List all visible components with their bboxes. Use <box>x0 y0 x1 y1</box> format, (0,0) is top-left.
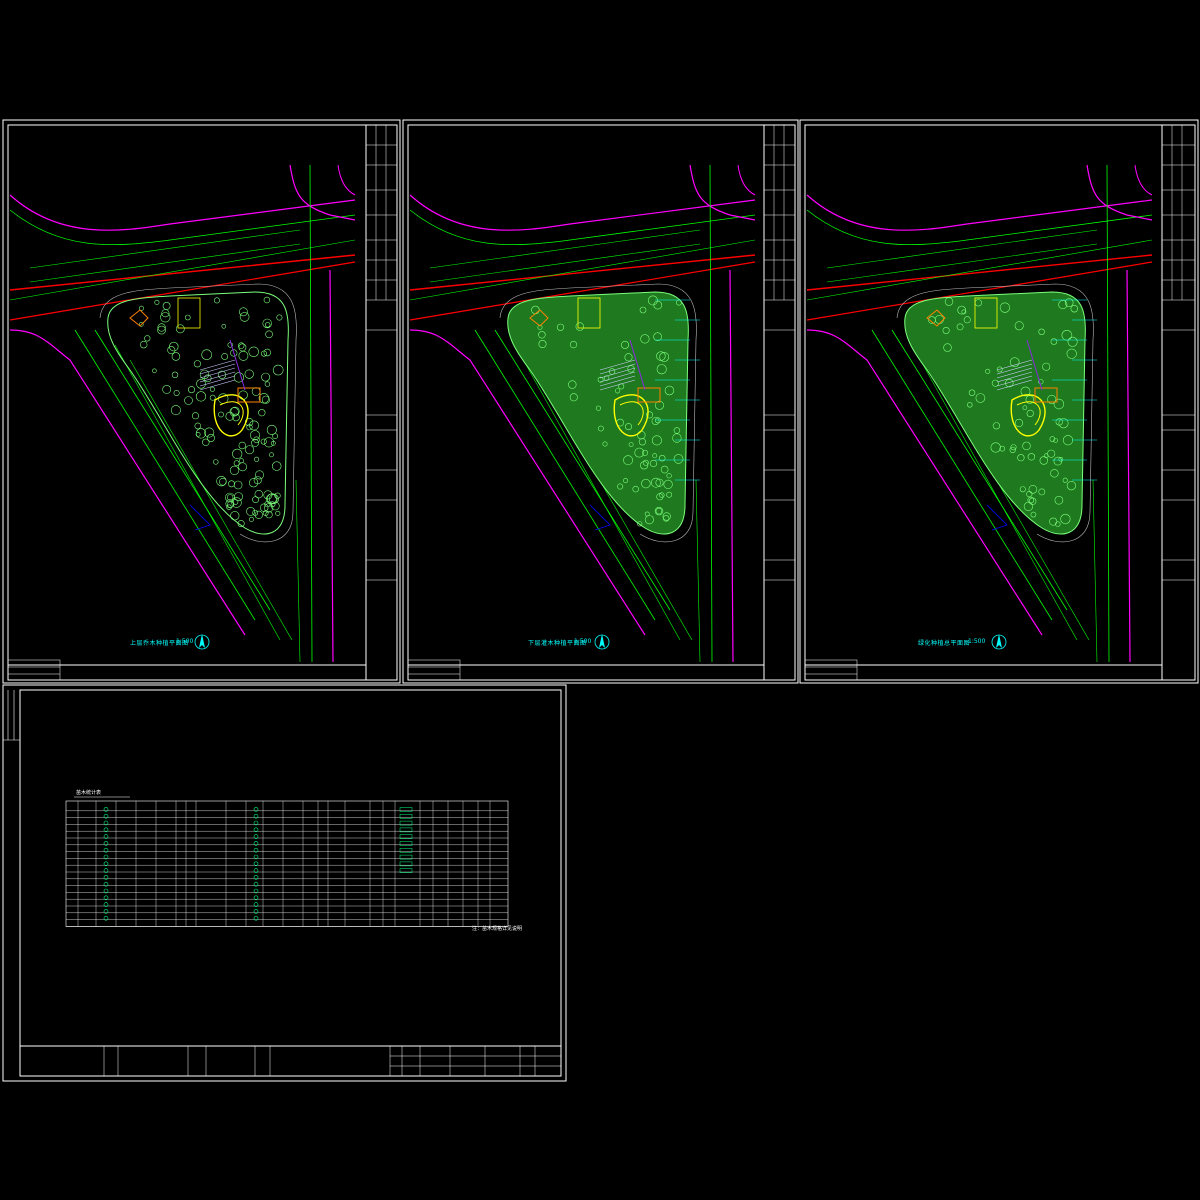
plan-scale-1: 1:500 <box>176 638 194 645</box>
cad-drawing-canvas[interactable] <box>0 0 1200 1200</box>
plan-scale-3: 1:500 <box>968 638 986 645</box>
plant-table-title: 苗木统计表 <box>76 790 102 796</box>
plant-table-note: 注：苗木规格详见说明 <box>472 926 523 932</box>
plan-title-3: 绿化种植总平面图 <box>918 640 971 647</box>
plan-scale-2: 1:500 <box>574 638 592 645</box>
